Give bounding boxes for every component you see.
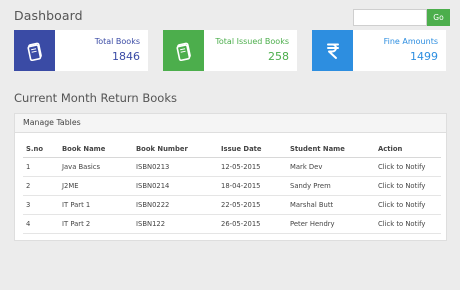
cell-sno: 4: [23, 214, 59, 234]
cell-sno: 2: [23, 176, 59, 196]
cell-sno: 1: [23, 157, 59, 177]
cell-book-number: ISBN0222: [133, 195, 218, 215]
book-icon: [175, 42, 191, 61]
notify-link[interactable]: Click to Notify: [375, 195, 441, 215]
cell-book-name: IT Part 1: [59, 195, 133, 215]
cell-book-number: ISBN0214: [133, 176, 218, 196]
stat-value: 258: [268, 50, 289, 63]
cell-sno: 3: [23, 195, 59, 215]
notify-link[interactable]: Click to Notify: [375, 176, 441, 196]
column-header-sno: S.no: [23, 141, 59, 158]
stat-icon-box: [312, 30, 353, 71]
cell-book-name: J2ME: [59, 176, 133, 196]
book-icon: [26, 42, 42, 61]
stat-card-fine-amounts[interactable]: Fine Amounts 1499: [312, 30, 446, 71]
cell-student-name: Sandy Prem: [287, 176, 375, 196]
cell-student-name: Mark Dev: [287, 157, 375, 177]
stat-label: Total Issued Books: [215, 37, 289, 46]
column-header-book-number: Book Number: [133, 141, 218, 158]
cell-book-number: ISBN122: [133, 214, 218, 234]
page-title: Dashboard: [14, 8, 83, 23]
cell-issue-date: 12-05-2015: [218, 157, 287, 177]
return-books-table: S.no Book Name Book Number Issue Date St…: [23, 141, 441, 234]
cell-student-name: Peter Hendry: [287, 214, 375, 234]
column-header-issue-date: Issue Date: [218, 141, 287, 158]
stat-label: Total Books: [94, 37, 140, 46]
manage-tables-panel: Manage Tables S.no Book Name Book Number…: [14, 113, 447, 241]
cell-book-name: IT Part 2: [59, 214, 133, 234]
cell-book-number: ISBN0213: [133, 157, 218, 177]
cell-book-name: Java Basics: [59, 157, 133, 177]
column-header-student-name: Student Name: [287, 141, 375, 158]
cell-issue-date: 22-05-2015: [218, 195, 287, 215]
table-header-row: S.no Book Name Book Number Issue Date St…: [23, 141, 441, 158]
go-button[interactable]: Go: [427, 9, 450, 26]
table-row: 4 IT Part 2 ISBN122 26-05-2015 Peter Hen…: [23, 214, 441, 234]
search-input[interactable]: [353, 9, 427, 26]
notify-link[interactable]: Click to Notify: [375, 157, 441, 177]
column-header-book-name: Book Name: [59, 141, 133, 158]
stat-icon-box: [163, 30, 204, 71]
table-row: 3 IT Part 1 ISBN0222 22-05-2015 Marshal …: [23, 195, 441, 215]
section-title: Current Month Return Books: [14, 91, 177, 105]
search-bar: Go: [353, 9, 450, 26]
column-header-action: Action: [375, 141, 441, 158]
panel-heading: Manage Tables: [15, 114, 446, 133]
notify-link[interactable]: Click to Notify: [375, 214, 441, 234]
cell-issue-date: 26-05-2015: [218, 214, 287, 234]
cell-student-name: Marshal Butt: [287, 195, 375, 215]
stat-value: 1846: [112, 50, 140, 63]
table-row: 1 Java Basics ISBN0213 12-05-2015 Mark D…: [23, 157, 441, 177]
stat-card-total-issued-books[interactable]: Total Issued Books 258: [163, 30, 297, 71]
cell-issue-date: 18-04-2015: [218, 176, 287, 196]
table-row: 2 J2ME ISBN0214 18-04-2015 Sandy Prem Cl…: [23, 176, 441, 196]
stat-card-total-books[interactable]: Total Books 1846: [14, 30, 148, 71]
rupee-icon: [326, 43, 339, 59]
stat-label: Fine Amounts: [383, 37, 438, 46]
stat-value: 1499: [410, 50, 438, 63]
stat-icon-box: [14, 30, 55, 71]
